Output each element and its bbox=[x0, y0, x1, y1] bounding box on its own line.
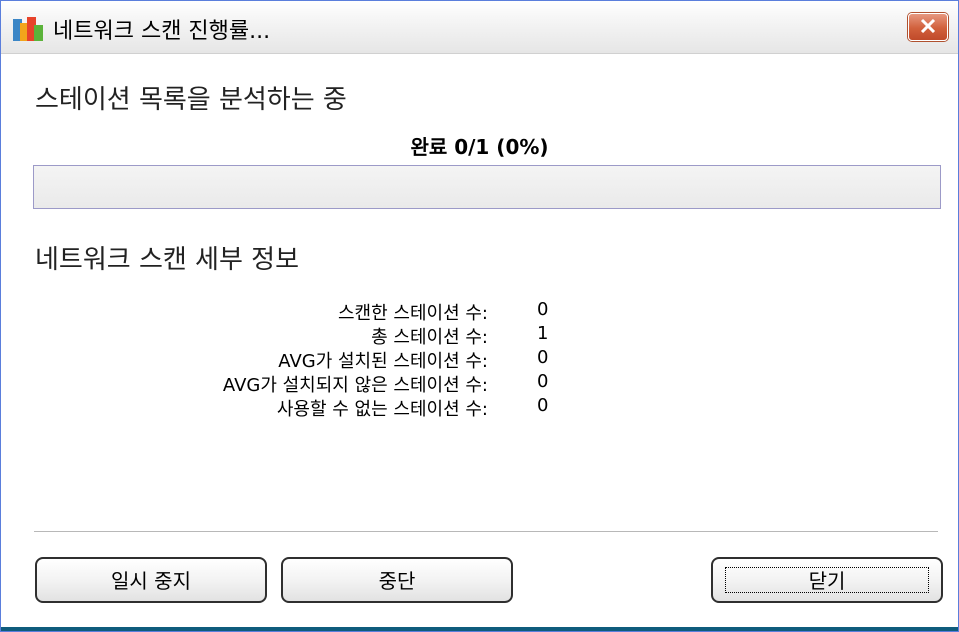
stat-row-avg-not-installed: AVG가 설치되지 않은 스테이션 수: 0 bbox=[1, 371, 958, 396]
focus-ring bbox=[725, 567, 929, 593]
details-heading: 네트워크 스캔 세부 정보 bbox=[35, 245, 299, 275]
stat-value: 1 bbox=[537, 323, 549, 344]
status-heading: 스테이션 목록을 분석하는 중 bbox=[35, 85, 347, 115]
stat-label: 사용할 수 없는 스테이션 수: bbox=[276, 399, 488, 420]
close-button[interactable]: 닫기 bbox=[711, 557, 943, 603]
title-bar[interactable]: 네트워크 스캔 진행률... bbox=[1, 1, 958, 54]
stat-row-total: 총 스테이션 수: 1 bbox=[1, 323, 958, 348]
stat-value: 0 bbox=[537, 395, 549, 416]
stat-row-unavailable: 사용할 수 없는 스테이션 수: 0 bbox=[1, 395, 958, 420]
close-icon bbox=[909, 19, 947, 33]
stat-label: AVG가 설치되지 않은 스테이션 수: bbox=[222, 375, 488, 396]
window-title: 네트워크 스캔 진행률... bbox=[53, 19, 271, 44]
stat-value: 0 bbox=[537, 347, 549, 368]
divider bbox=[34, 531, 938, 533]
avg-logo-icon bbox=[13, 15, 45, 41]
stat-label: AVG가 설치된 스테이션 수: bbox=[278, 351, 488, 372]
progress-label: 완료 0/1 (0%) bbox=[410, 135, 549, 159]
pause-button[interactable]: 일시 중지 bbox=[35, 557, 267, 603]
window-bottom-edge bbox=[1, 627, 958, 631]
progress-bar bbox=[33, 165, 941, 209]
stat-label: 총 스테이션 수: bbox=[371, 327, 488, 348]
scan-progress-window: 네트워크 스캔 진행률... 스테이션 목록을 분석하는 중 완료 0/1 (0… bbox=[0, 0, 959, 632]
window-close-button[interactable] bbox=[908, 13, 948, 41]
stat-label: 스캔한 스테이션 수: bbox=[338, 303, 488, 324]
stat-value: 0 bbox=[537, 299, 549, 320]
stat-row-scanned: 스캔한 스테이션 수: 0 bbox=[1, 299, 958, 324]
stat-value: 0 bbox=[537, 371, 549, 392]
stat-row-avg-installed: AVG가 설치된 스테이션 수: 0 bbox=[1, 347, 958, 372]
stop-button[interactable]: 중단 bbox=[281, 557, 513, 603]
